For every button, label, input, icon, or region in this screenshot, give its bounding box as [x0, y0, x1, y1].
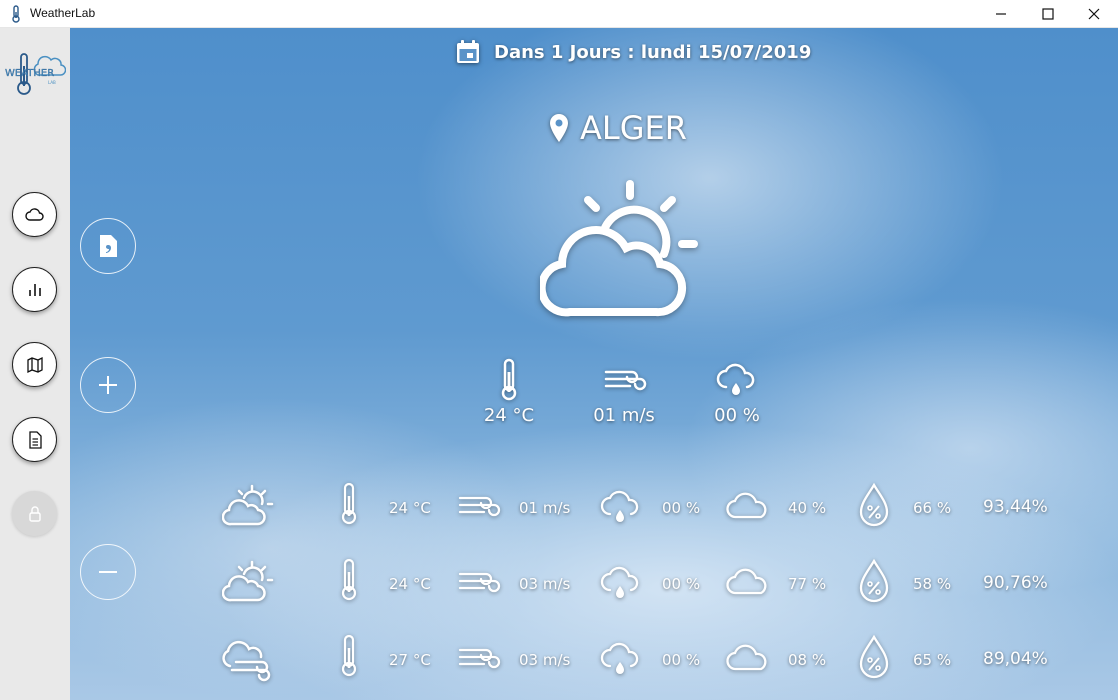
nav-document-button[interactable] — [12, 417, 57, 462]
cloud-icon — [726, 644, 767, 671]
city-name: ALGER — [580, 109, 687, 147]
row-humidity: 65 % — [913, 651, 952, 669]
thermometer-icon — [341, 634, 357, 677]
row-precipitation: 00 % — [662, 499, 701, 517]
close-icon — [1088, 8, 1100, 20]
close-button[interactable] — [1071, 0, 1117, 28]
row-confidence: 93,44% — [983, 497, 1048, 517]
minimize-icon — [996, 13, 1006, 15]
row-confidence: 89,04% — [983, 649, 1048, 669]
svg-text:WEATHER: WEATHER — [5, 68, 54, 79]
row-precipitation: 00 % — [662, 575, 701, 593]
cloud-icon — [726, 568, 767, 595]
thermometer-icon — [341, 482, 357, 525]
row-humidity: 58 % — [913, 575, 952, 593]
map-icon — [26, 356, 43, 373]
minus-icon — [99, 571, 117, 573]
date-header: Dans 1 Jours : lundi 15/07/2019 — [454, 37, 811, 67]
row-cloud-cover: 40 % — [788, 499, 827, 517]
location-pin-icon — [550, 114, 568, 142]
lock-icon — [28, 505, 41, 522]
partly-sunny-large-icon — [540, 180, 698, 317]
maximize-button[interactable] — [1025, 0, 1071, 28]
bar-chart-icon — [28, 283, 41, 296]
wind-icon — [604, 370, 647, 391]
app-thermometer-icon — [12, 5, 20, 23]
weather-logo: WEATHER LAB — [5, 53, 66, 95]
rain-cloud-icon — [600, 490, 639, 522]
partly-sunny-icon — [222, 484, 274, 526]
rain-cloud-icon — [600, 642, 639, 674]
main-panel: Dans 1 Jours : lundi 15/07/2019 ALGER 24… — [70, 28, 1118, 700]
current-precipitation: 00 % — [714, 405, 760, 426]
humidity-drop-icon — [859, 482, 889, 527]
document-icon — [28, 430, 42, 449]
current-wind: 01 m/s — [593, 405, 655, 426]
row-cloud-cover: 08 % — [788, 651, 827, 669]
forecast-row: 27 °C 03 m/s 00 % 08 % 65 % 89,04% — [220, 632, 1100, 692]
cloud-icon — [726, 492, 767, 519]
nav-locked-button — [12, 491, 57, 536]
title-bar: WeatherLab — [0, 0, 1118, 28]
nav-stats-button[interactable] — [12, 267, 57, 312]
city-header: ALGER — [548, 108, 687, 148]
maximize-icon — [1042, 8, 1054, 20]
nav-map-button[interactable] — [12, 342, 57, 387]
row-wind: 03 m/s — [519, 575, 571, 593]
forecast-row: 24 °C 03 m/s 00 % 77 % 58 % 90,76% — [220, 556, 1100, 616]
zoom-in-button[interactable] — [80, 357, 136, 413]
zoom-out-button[interactable] — [80, 544, 136, 600]
humidity-drop-icon — [859, 634, 889, 679]
cloud-icon — [24, 207, 44, 221]
rain-cloud-icon — [600, 566, 639, 598]
row-confidence: 90,76% — [983, 573, 1048, 593]
row-wind: 01 m/s — [519, 499, 571, 517]
humidity-drop-icon — [859, 558, 889, 603]
minimize-button[interactable] — [978, 0, 1024, 28]
forecast-row: 24 °C 01 m/s 00 % 40 % 66 % 93,44% — [220, 480, 1100, 540]
cloudy-windy-icon — [222, 640, 271, 682]
row-temperature: 27 °C — [389, 651, 431, 669]
current-temperature: 24 °C — [483, 405, 535, 426]
nav-weather-button[interactable] — [12, 192, 57, 237]
sidebar: WEATHER LAB — [0, 28, 70, 700]
row-wind: 03 m/s — [519, 651, 571, 669]
partly-sunny-icon — [222, 560, 274, 602]
calendar-icon — [457, 40, 479, 63]
window-title: WeatherLab — [30, 6, 96, 20]
plus-icon — [99, 376, 117, 394]
thermometer-icon — [341, 558, 357, 601]
row-cloud-cover: 77 % — [788, 575, 827, 593]
row-temperature: 24 °C — [389, 575, 431, 593]
thermometer-icon — [501, 358, 517, 401]
file-icon — [100, 235, 117, 257]
svg-text:LAB: LAB — [48, 80, 56, 85]
row-precipitation: 00 % — [662, 651, 701, 669]
rain-cloud-icon — [716, 363, 755, 395]
wind-icon — [458, 648, 501, 669]
export-file-button[interactable] — [80, 218, 136, 274]
wind-icon — [458, 496, 501, 517]
row-humidity: 66 % — [913, 499, 952, 517]
forecast-date: Dans 1 Jours : lundi 15/07/2019 — [494, 41, 812, 63]
row-temperature: 24 °C — [389, 499, 431, 517]
wind-icon — [458, 572, 501, 593]
